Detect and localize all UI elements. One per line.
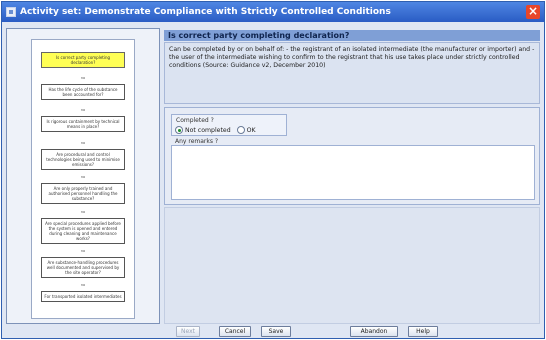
activity-window: Activity set: Demonstrate Compliance wit… [1, 1, 545, 339]
cancel-button[interactable]: Cancel [219, 326, 251, 337]
flow-node-procedural-control[interactable]: Are procedural and control technologies … [41, 149, 125, 170]
close-icon[interactable]: × [526, 5, 540, 19]
connector-label: no [80, 108, 86, 112]
completed-group: Completed ? Not completed OK [171, 114, 287, 136]
flow-node-special-procedures[interactable]: Are special procedures applied before th… [41, 218, 125, 244]
flowchart-panel: Is correct party completing declaration?… [6, 28, 160, 324]
ok-label: OK [246, 126, 256, 134]
completion-options: Not completed OK [175, 126, 262, 134]
completed-label: Completed ? [176, 117, 214, 124]
window-title: Activity set: Demonstrate Compliance wit… [20, 7, 391, 17]
connector-label: no [80, 76, 86, 80]
connector-label: no [80, 210, 86, 214]
flow-node-correct-party[interactable]: Is correct party completing declaration? [41, 52, 125, 68]
connector-label: no [80, 283, 86, 287]
not-completed-option[interactable]: Not completed [175, 126, 231, 134]
question-heading: Is correct party completing declaration? [164, 30, 540, 41]
flow-node-life-cycle[interactable]: Has the life cycle of the substance been… [41, 84, 125, 100]
question-description: Can be completed by or on behalf of: - t… [164, 42, 540, 104]
ok-radio[interactable] [236, 126, 245, 134]
abandon-button[interactable]: Abandon [350, 326, 398, 337]
answer-form: Completed ? Not completed OK Any remarks… [164, 107, 540, 205]
not-completed-label: Not completed [185, 126, 231, 134]
flow-node-documented-procedures[interactable]: Are substance-handling procedures well d… [41, 257, 125, 278]
remarks-label: Any remarks ? [175, 138, 219, 145]
flow-node-trained-personnel[interactable]: Are only properly trained and authorised… [41, 183, 125, 204]
ok-option[interactable]: OK [236, 126, 256, 134]
save-button[interactable]: Save [261, 326, 291, 337]
button-bar: Next Cancel Save Abandon Help [6, 326, 540, 338]
next-button[interactable]: Next [176, 326, 200, 337]
not-completed-radio[interactable] [175, 126, 183, 134]
help-button[interactable]: Help [408, 326, 438, 337]
flow-node-containment[interactable]: Is rigorous containment by technical mea… [41, 116, 125, 132]
flowchart-canvas: Is correct party completing declaration?… [31, 39, 135, 319]
empty-content-area [164, 207, 540, 324]
connector-label: no [80, 249, 86, 253]
flow-node-transported-intermediates[interactable]: For transported isolated intermediates [41, 291, 125, 302]
connector-label: no [80, 175, 86, 179]
title-bar: Activity set: Demonstrate Compliance wit… [2, 2, 544, 22]
connector-label: no [80, 141, 86, 145]
remarks-textarea[interactable] [171, 145, 535, 200]
app-icon [6, 7, 16, 17]
